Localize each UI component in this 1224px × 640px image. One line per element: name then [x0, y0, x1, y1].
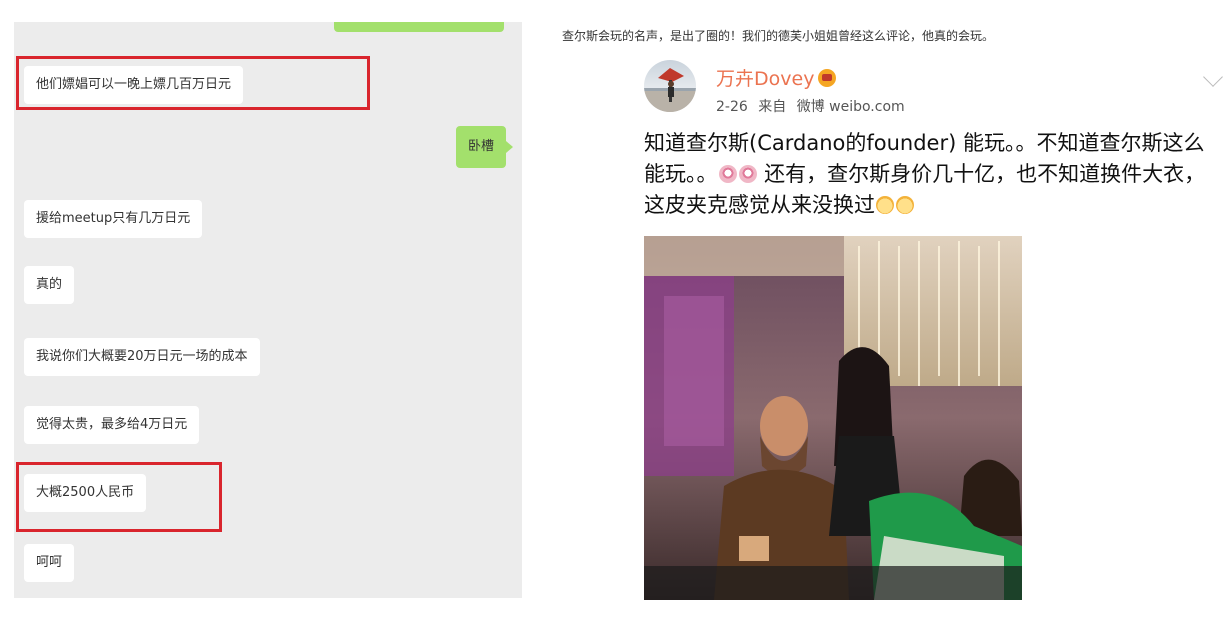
chat-message: 大概2500人民币	[24, 474, 147, 512]
chat-message: 觉得太贵，最多给4万日元	[24, 406, 200, 444]
cat-smile-icon	[876, 196, 894, 214]
dizzy-face-icon	[718, 165, 737, 183]
chevron-down-icon[interactable]	[1203, 67, 1223, 87]
chat-message: 我说你们大概要20万日元一场的成本	[24, 338, 260, 376]
post-text: 知道查尔斯(Cardano的founder) 能玩。。不知道查尔斯这么能玩。。 …	[644, 128, 1210, 221]
post-photo[interactable]	[644, 236, 1022, 600]
chat-message: 真的	[24, 266, 75, 304]
post-source-prefix: 来自	[758, 99, 787, 115]
chat-message-self: 卧槽	[455, 126, 514, 168]
weibo-post: 万卉Dovey 2-26 来自 微博 weibo.com 知道查尔斯(Carda…	[644, 58, 1224, 640]
chat-bubble-partial	[334, 22, 504, 32]
post-source[interactable]: 微博 weibo.com	[797, 99, 905, 115]
post-date: 2-26	[716, 99, 748, 115]
chat-message: 呵呵	[24, 544, 75, 582]
vip-badge-icon	[818, 69, 837, 87]
chat-message: 援给meetup只有几万日元	[24, 200, 203, 238]
cat-smile-icon	[896, 196, 914, 214]
dizzy-face-icon	[738, 165, 757, 183]
post-username-text[interactable]: 万卉Dovey	[716, 68, 814, 90]
post-meta: 2-26 来自 微博 weibo.com	[716, 96, 911, 116]
avatar[interactable]	[644, 60, 696, 112]
article-caption: 查尔斯会玩的名声，是出了圈的！我们的德芙小姐姐曾经这么评论，他真的会玩。	[562, 29, 995, 43]
chat-screenshot: 他们嫖娼可以一晚上嫖几百万日元 卧槽 援给meetup只有几万日元 真的 我说你…	[14, 22, 522, 598]
chat-message: 他们嫖娼可以一晚上嫖几百万日元	[24, 66, 244, 104]
post-username[interactable]: 万卉Dovey	[716, 64, 837, 91]
